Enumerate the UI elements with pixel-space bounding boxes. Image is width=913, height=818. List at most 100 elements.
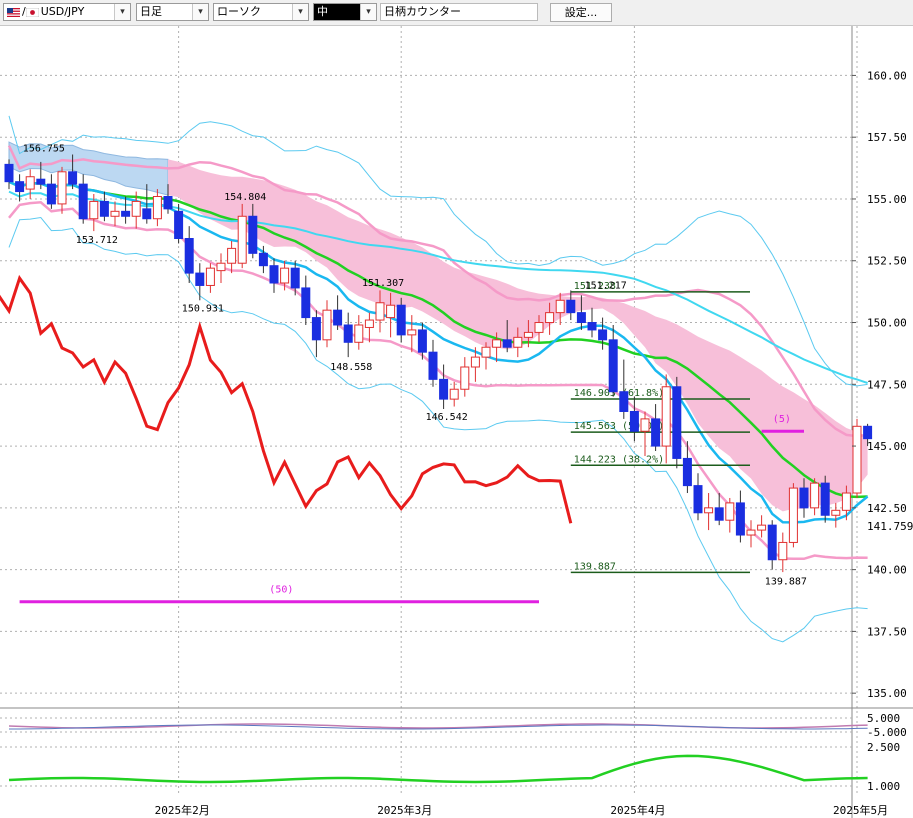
candle [163,196,173,210]
candle [121,210,131,217]
toolbar: / USD/JPY ▾ 日足 ▾ ローソク ▾ 中 ▾ 日柄カウンター 設定..… [0,0,913,26]
candle [460,366,470,390]
candle [258,252,268,267]
candle [523,331,533,338]
y-tick-label: 135.00 [867,687,907,700]
candle [513,336,523,348]
symbol-select[interactable]: / USD/JPY ▾ [3,3,131,21]
oscillator-panel: 5.000-5.000 2.500 1.000 [0,712,907,793]
y-axis: 160.00 157.50 155.00 152.50 150.00 147.50 145.… [852,69,913,700]
x-tick-label: 2025年2月 [155,803,210,817]
candle [364,319,374,328]
candle [598,329,608,341]
candle [375,302,385,321]
y-tick-label: 142.50 [867,502,907,515]
candle [576,312,586,324]
chevron-down-icon[interactable]: ▾ [114,4,130,20]
candle [195,272,205,286]
size-select[interactable]: 中 ▾ [313,3,377,21]
candle [354,324,364,343]
x-tick-label: 2025年4月 [610,803,665,817]
candle [863,425,873,440]
candle [735,502,745,536]
candle [396,304,406,336]
candle [820,482,830,516]
candle [555,299,565,314]
candle [248,215,258,254]
chevron-down-icon[interactable]: ▾ [292,4,308,20]
price-label: 148.558 [330,362,372,373]
timeframe-select[interactable]: 日足 ▾ [136,3,209,21]
candle [152,196,162,220]
chart-style-select[interactable]: ローソク ▾ [213,3,309,21]
counter-label: (50) [269,585,293,596]
candle [343,324,353,343]
price-label: 151.307 [362,278,404,289]
candle [852,425,862,494]
candle [629,410,639,432]
y-tick-label: 155.00 [867,193,907,206]
candle [502,339,512,348]
fibonacci-label: 146.903 (61.8%) [574,388,664,399]
candle [640,418,650,432]
candle [216,262,226,272]
bollinger-upper-2 [8,115,868,387]
y-tick-label: 152.50 [867,255,907,268]
counter-label: (5) [773,414,791,425]
candle [4,163,14,183]
candle [142,208,152,220]
price-chart[interactable]: 151.238146.903 (61.8%)145.563 (50.0%)144… [0,26,913,818]
candle [545,312,555,324]
us-flag-icon [7,7,20,17]
candle [608,339,618,393]
chevron-down-icon[interactable]: ▾ [192,4,208,20]
candle [57,171,67,205]
candle [704,507,714,514]
candle [810,482,820,509]
size-label: 中 [317,5,328,18]
y-tick-label: 150.00 [867,317,907,330]
candle [534,322,544,333]
candle [89,200,99,220]
price-label: 154.804 [224,192,266,203]
candle [205,267,215,286]
candle [25,176,35,190]
candle [417,329,427,353]
y-tick-label: 137.50 [867,625,907,638]
chevron-down-icon[interactable]: ▾ [360,4,376,20]
osc-tick-label: 1.000 [867,780,900,793]
candle [99,200,109,217]
price-label: 146.542 [426,412,468,423]
counter-field[interactable]: 日柄カウンター [380,3,538,21]
candle [619,391,629,412]
candle [110,210,120,217]
chart-style-label: ローソク [217,5,261,18]
candle [788,487,798,543]
candle [428,351,438,380]
y-tick-label: 160.00 [867,69,907,82]
candle [322,309,332,341]
symbol-label: USD/JPY [40,5,85,18]
candle [778,541,788,561]
y-tick-label: 145.00 [867,440,907,453]
osc-tick-label: 5.000 [867,712,900,725]
candle [449,388,459,400]
candle [693,485,703,514]
jp-flag-icon [25,7,39,17]
candle [184,238,194,274]
candle [492,339,502,348]
candle [227,247,237,264]
candle [470,356,480,368]
candle [280,267,290,284]
osc-tick-label: -5.000 [867,726,907,739]
moving-average-cyan [8,180,869,524]
osc-tick-label: 2.500 [867,741,900,754]
timeframe-label: 日足 [140,5,162,18]
candle [78,183,88,220]
settings-button[interactable]: 設定... [550,3,612,22]
candle [746,529,756,536]
candle [661,386,671,447]
price-label: 156.755 [23,144,65,155]
candle [46,183,56,205]
candle [682,457,692,487]
